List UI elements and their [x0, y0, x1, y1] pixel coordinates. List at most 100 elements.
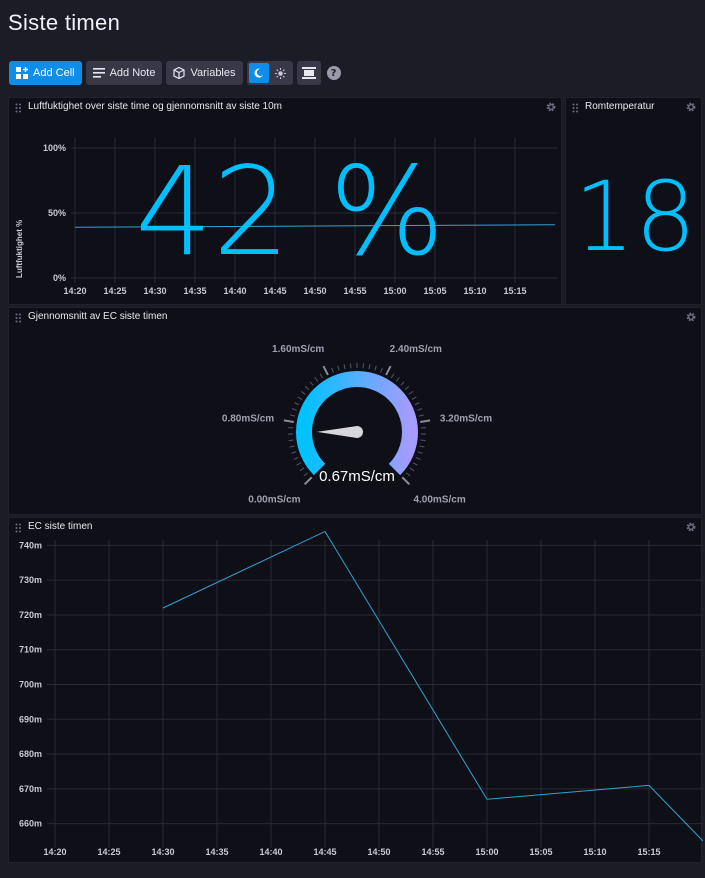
gauge-tick: [294, 402, 300, 406]
humidity-xtick-label: 15:10: [463, 286, 486, 296]
variables-label: Variables: [190, 67, 236, 79]
humidity-xtick-label: 15:00: [383, 286, 406, 296]
ec-xtick-label: 14:30: [151, 847, 174, 857]
gauge-tick: [414, 402, 420, 406]
light-mode-button[interactable]: [271, 63, 291, 83]
ec-ytick-label: 710m: [19, 645, 42, 655]
add-note-button[interactable]: Add Note: [85, 61, 163, 85]
gauge-tick: [331, 367, 334, 373]
gauge-tick: [289, 445, 295, 448]
moon-icon: [254, 68, 263, 78]
gauge-tick: [409, 467, 415, 472]
gauge-tick: [417, 408, 423, 411]
humidity-xtick-label: 14:40: [223, 286, 246, 296]
humidity-ytick-label: 0%: [53, 273, 66, 283]
humidity-cell: Luftfuktighet over siste time og gjennom…: [8, 97, 562, 305]
gauge-tick: [343, 364, 346, 370]
humidity-ytick-label: 50%: [48, 208, 66, 218]
gauge-tick: [322, 365, 329, 376]
gauge-scale-label: 2.40mS/cm: [390, 344, 442, 355]
gauge-tick: [303, 476, 313, 486]
gauge-tick: [408, 391, 414, 395]
ec-ytick-label: 700m: [19, 680, 42, 690]
humidity-xtick-label: 14:55: [343, 286, 366, 296]
humidity-xtick-label: 15:15: [503, 286, 526, 296]
ec-ytick-label: 660m: [19, 819, 42, 829]
variables-button[interactable]: Variables: [166, 61, 243, 85]
gauge-tick: [303, 472, 309, 477]
gauge-tick: [411, 396, 417, 400]
ec-xtick-label: 15:00: [475, 847, 498, 857]
gauge-tick: [309, 381, 314, 386]
humidity-ytick-label: 100%: [43, 143, 66, 153]
gauge-tick: [337, 365, 340, 371]
ec-xtick-label: 15:05: [529, 847, 552, 857]
gauge-tick: [395, 377, 400, 382]
ec-ytick-label: 720m: [19, 610, 42, 620]
add-cell-icon: [16, 67, 28, 79]
humidity-ylabel: Luftfuktighet %: [15, 220, 24, 278]
cube-icon: [173, 67, 186, 79]
presentation-mode-button[interactable]: [296, 61, 321, 85]
gauge-tick: [385, 365, 392, 376]
gauge-tick: [412, 462, 418, 466]
ec-xtick-label: 14:20: [43, 847, 66, 857]
gauge-tick: [417, 451, 423, 454]
ec-ytick-label: 680m: [19, 749, 42, 759]
gauge-tick: [297, 396, 303, 400]
humidity-chart: Luftfuktighet % 14:20 14:25 14:30 14:35 14:4…: [15, 138, 557, 296]
gauge-tick: [314, 377, 319, 382]
ec-xtick-label: 14:25: [97, 847, 120, 857]
ec-ytick-label: 730m: [19, 575, 42, 585]
ec-ytick-label: 670m: [19, 784, 42, 794]
gauge-tick: [420, 439, 426, 442]
dashboard-toolbar: Add Cell Add Note Variables ?: [9, 61, 341, 85]
gauge-scale-label: 0.00mS/cm: [248, 494, 300, 505]
dark-mode-button[interactable]: [248, 63, 269, 83]
ec-gauge: 0.00mS/cm 0.80mS/cm 1.60mS/cm 2.40mS/cm 3.20…: [222, 344, 492, 505]
humidity-xtick-label: 14:50: [303, 286, 326, 296]
ec-average-gauge-cell: Gjennomsnitt av EC siste timen 0.00mS/cm…: [8, 307, 702, 515]
gauge-tick: [319, 373, 324, 379]
gauge-tick: [299, 467, 305, 472]
ec-xtick-label: 14:45: [313, 847, 336, 857]
gauge-tick: [380, 367, 383, 373]
add-cell-label: Add Cell: [33, 67, 75, 79]
gauge-tick: [296, 462, 302, 466]
add-cell-button[interactable]: Add Cell: [9, 61, 82, 85]
room-temperature-display: 18: [574, 161, 696, 273]
ec-ytick-label: 690m: [19, 714, 42, 724]
humidity-xtick-label: 15:05: [423, 286, 446, 296]
gauge-arc: [296, 371, 418, 476]
gauge-value-label: 0.67mS/cm: [319, 468, 395, 485]
add-note-label: Add Note: [109, 67, 156, 79]
gauge-tick: [418, 414, 424, 417]
gauge-tick: [390, 373, 395, 379]
ec-line-chart: 14:20 14:25 14:30 14:35 14:40 14:45 14:50 14:55…: [19, 530, 703, 857]
ec-xtick-label: 14:35: [205, 847, 228, 857]
humidity-xtick-label: 14:25: [103, 286, 126, 296]
humidity-xtick-label: 14:30: [143, 286, 166, 296]
help-icon[interactable]: ?: [326, 66, 341, 80]
page-title: Siste timen: [8, 10, 121, 35]
gauge-tick: [304, 385, 310, 391]
ec-xtick-label: 15:10: [583, 847, 606, 857]
theme-toggle: [246, 61, 293, 85]
gauge-tick: [400, 381, 405, 386]
room-temperature-cell: Romtemperatur 18: [565, 97, 702, 305]
ec-xtick-label: 15:15: [637, 847, 660, 857]
gauge-tick: [290, 414, 296, 417]
gauge-tick: [300, 391, 306, 395]
ec-xtick-label: 14:50: [367, 847, 390, 857]
gauge-needle: [317, 426, 363, 438]
humidity-big-value: 42 %: [135, 141, 445, 283]
humidity-xtick-label: 14:35: [183, 286, 206, 296]
gauge-tick: [368, 364, 371, 370]
note-icon: [92, 68, 105, 78]
humidity-xtick-label: 14:45: [263, 286, 286, 296]
gauge-tick: [291, 408, 297, 411]
sun-icon: [275, 67, 286, 79]
gauge-scale-label: 3.20mS/cm: [440, 413, 492, 424]
gauge-tick: [288, 439, 294, 442]
humidity-xtick-label: 14:20: [63, 286, 86, 296]
